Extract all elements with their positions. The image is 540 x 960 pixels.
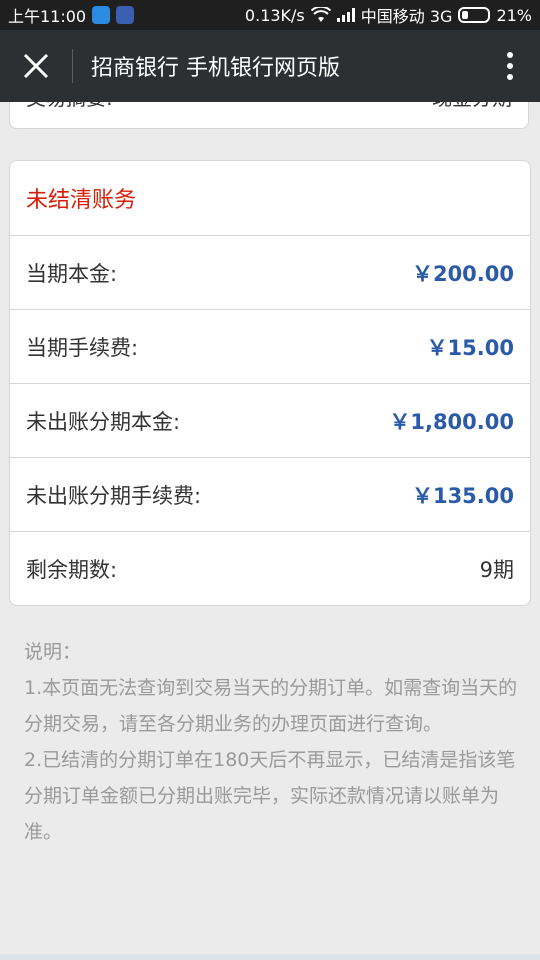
more-menu-button[interactable]	[480, 30, 540, 102]
unsettled-card: 未结清账务 当期本金: ￥200.00 当期手续费: ￥15.00 未出账分期本…	[9, 160, 531, 606]
status-time: 上午11:00	[8, 7, 87, 26]
row-value: ￥15.00	[426, 335, 514, 360]
summary-row: 交易摘要: 现金分期	[10, 102, 528, 116]
remaining-periods-row: 剩余期数: 9期	[10, 532, 530, 605]
row-label: 剩余期数:	[26, 557, 118, 582]
app-bar-divider	[72, 49, 73, 83]
notes-item: 1.本页面无法查询到交易当天的分期订单。如需查询当天的分期交易，请至各分期业务的…	[24, 677, 518, 735]
row-label: 当期手续费:	[26, 335, 139, 360]
unsettled-title: 未结清账务	[10, 161, 530, 236]
notification-app-icon	[92, 6, 111, 24]
row-value: ￥1,800.00	[389, 409, 514, 434]
row-label: 未出账分期本金:	[26, 409, 181, 434]
page-title: 招商银行 手机银行网页版	[91, 56, 340, 81]
notes-section: 说明： 1.本页面无法查询到交易当天的分期订单。如需查询当天的分期交易，请至各分…	[24, 634, 520, 850]
content-area[interactable]: 交易摘要: 现金分期 未结清账务 当期本金: ￥200.00 当期手续费: ￥1…	[0, 102, 540, 960]
row-value: ￥200.00	[411, 261, 514, 286]
signal-icon	[336, 8, 355, 22]
notes-heading: 说明：	[24, 641, 82, 663]
bottom-edge	[0, 954, 540, 960]
row-value: 9期	[479, 557, 514, 582]
battery-percent: 21%	[496, 5, 532, 25]
row-label: 当期本金:	[26, 261, 118, 286]
battery-icon	[458, 7, 491, 23]
carrier-label: 中国移动 3G	[360, 7, 453, 26]
previous-card: 交易摘要: 现金分期	[9, 102, 529, 129]
app-bar: 招商银行 手机银行网页版	[0, 30, 540, 102]
row-label: 未出账分期手续费:	[26, 483, 202, 508]
wifi-icon	[310, 7, 331, 22]
status-bar: 上午11:00 0.13K/s 中国移动 3G 21%	[0, 0, 540, 30]
summary-value: 现金分期	[432, 102, 512, 111]
unbilled-principal-row: 未出账分期本金: ￥1,800.00	[10, 384, 530, 458]
summary-label: 交易摘要:	[26, 102, 113, 111]
close-icon	[23, 53, 49, 79]
unbilled-fee-row: 未出账分期手续费: ￥135.00	[10, 458, 530, 532]
notes-item: 2.已结清的分期订单在180天后不再显示，已结清是指该笔分期订单金额已分期出账完…	[24, 749, 516, 843]
close-button[interactable]	[0, 30, 72, 102]
current-fee-row: 当期手续费: ￥15.00	[10, 310, 530, 384]
notification-app2-icon	[116, 6, 135, 24]
more-vertical-icon	[507, 52, 513, 80]
current-principal-row: 当期本金: ￥200.00	[10, 236, 530, 310]
network-speed: 0.13K/s	[244, 5, 305, 25]
row-value: ￥135.00	[411, 483, 514, 508]
